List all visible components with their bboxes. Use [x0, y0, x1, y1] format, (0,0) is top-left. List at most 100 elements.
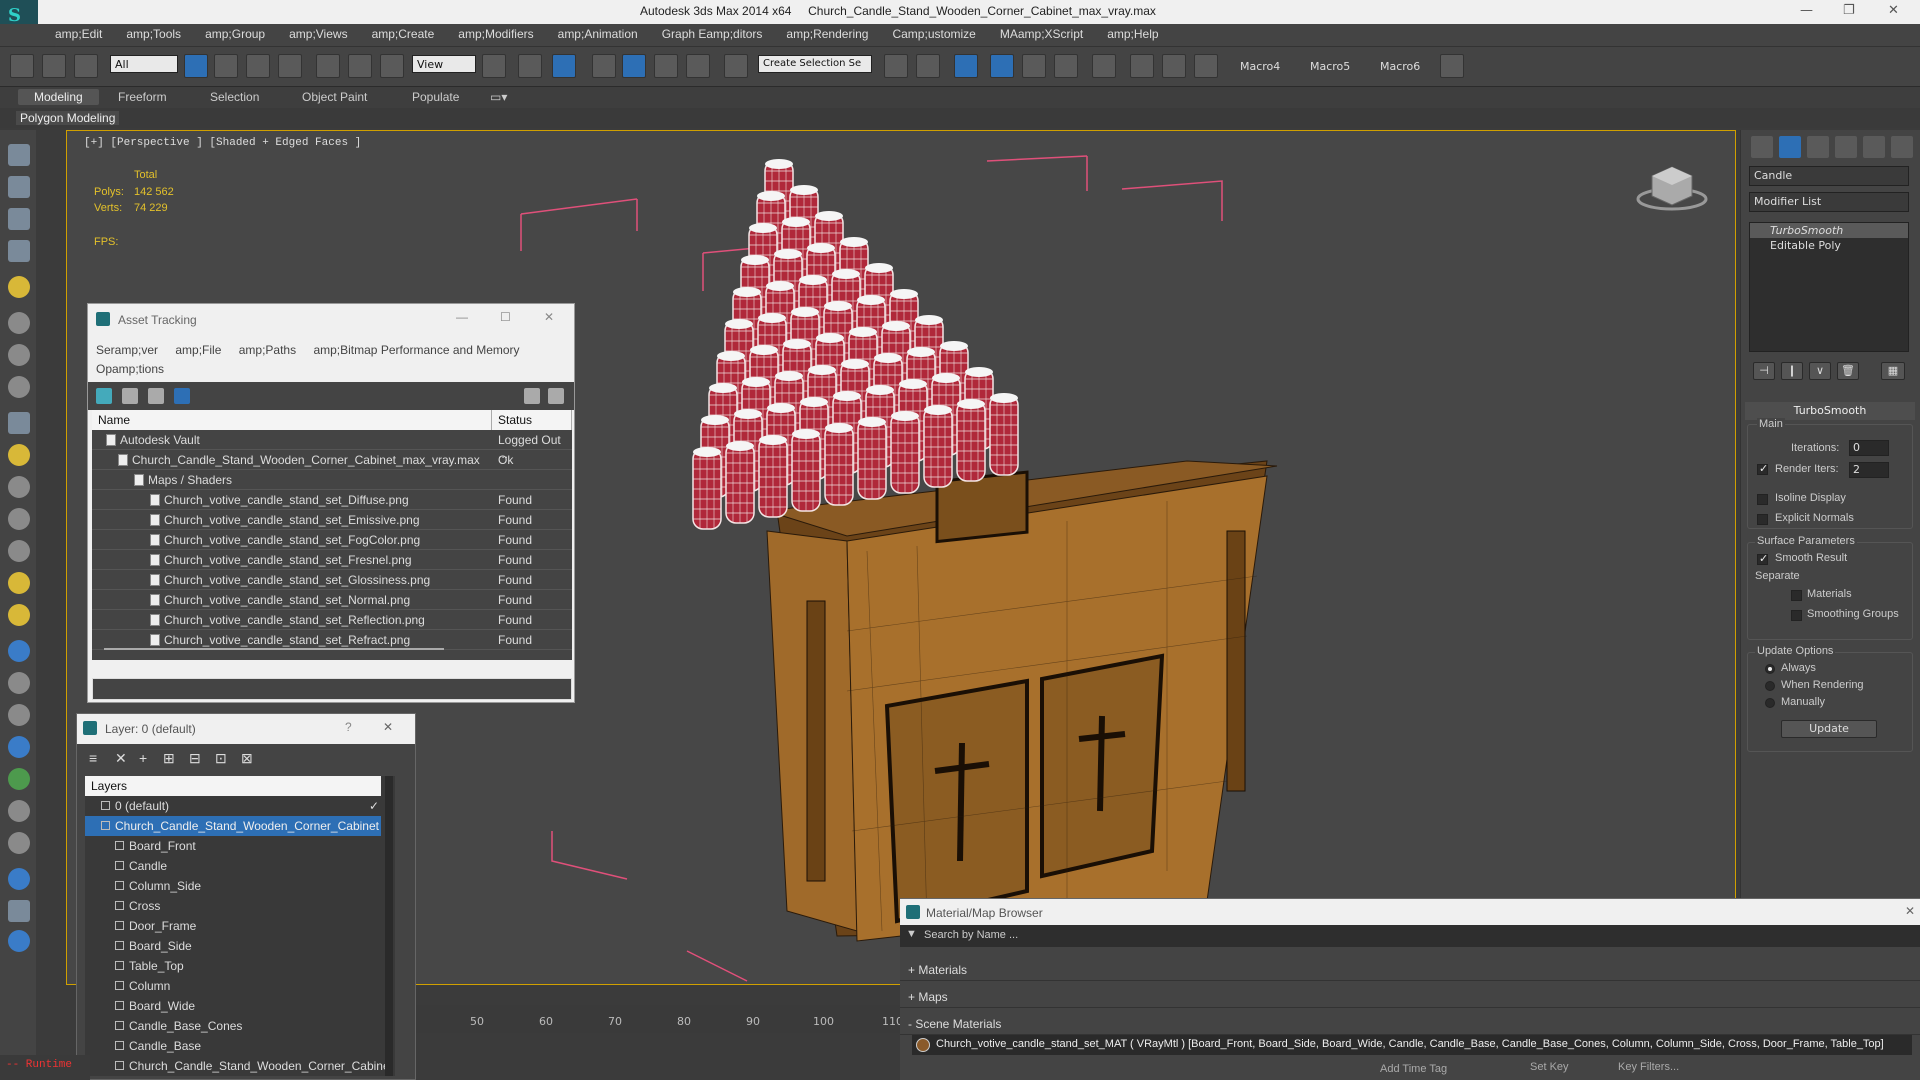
- move-icon[interactable]: [316, 54, 340, 78]
- polygon-modeling-panel[interactable]: Polygon Modeling: [16, 111, 120, 125]
- time-slider[interactable]: 50 60 70 80 90 100 110: [415, 1005, 915, 1033]
- layer-item[interactable]: Door_Frame: [85, 916, 381, 936]
- list-view-icon[interactable]: [122, 388, 138, 404]
- layer-item[interactable]: Church_Candle_Stand_Wooden_Corner_Cabine…: [85, 816, 381, 836]
- pin-stack-icon[interactable]: ⊣: [1753, 362, 1775, 380]
- biped-icon[interactable]: [8, 704, 30, 726]
- align-icon[interactable]: [916, 54, 940, 78]
- menu-maxscript[interactable]: MAamp;XScript: [1000, 24, 1097, 46]
- cloth-icon[interactable]: [8, 832, 30, 854]
- tab-freeform[interactable]: Freeform: [118, 90, 167, 104]
- layer-item[interactable]: Church_Candle_Stand_Wooden_Corner_Cabine: [85, 1056, 390, 1076]
- create-teapot-icon[interactable]: [8, 144, 30, 166]
- edit-named-selection-icon[interactable]: [724, 54, 748, 78]
- tab-selection[interactable]: Selection: [210, 90, 259, 104]
- create-tab-icon[interactable]: [1751, 136, 1773, 158]
- menu-tools[interactable]: amp;Tools: [126, 24, 195, 46]
- minimize-icon[interactable]: —: [456, 310, 468, 324]
- layer-item[interactable]: Column: [85, 976, 381, 996]
- create-spacewarp-icon[interactable]: [8, 376, 30, 398]
- render-iters-spinner[interactable]: 2: [1849, 462, 1889, 478]
- layer-item[interactable]: Column_Side: [85, 876, 381, 896]
- tab-modeling[interactable]: Modeling: [18, 89, 99, 105]
- update-button[interactable]: Update: [1781, 720, 1877, 738]
- unlink-icon[interactable]: [42, 54, 66, 78]
- scale-icon[interactable]: [380, 54, 404, 78]
- materials-group[interactable]: + Materials: [900, 959, 1920, 981]
- menu-group[interactable]: amp;Group: [205, 24, 279, 46]
- horizontal-scrollbar[interactable]: [104, 648, 444, 650]
- asset-row[interactable]: Church_votive_candle_stand_set_Reflectio…: [92, 610, 572, 630]
- layer-item[interactable]: Board_Side: [85, 936, 381, 956]
- key-filters-button[interactable]: Key Filters...: [1618, 1061, 1679, 1073]
- layer-item[interactable]: Candle_Base_Cones: [85, 1016, 381, 1036]
- asset-row[interactable]: Church_votive_candle_stand_set_FogColor.…: [92, 530, 572, 550]
- reference-coord-dropdown[interactable]: View: [412, 55, 476, 73]
- close-icon[interactable]: ✕: [1905, 904, 1915, 918]
- window-crossing-icon[interactable]: [278, 54, 302, 78]
- object-name-input[interactable]: Candle: [1749, 166, 1909, 186]
- render-teapot-icon[interactable]: [1194, 54, 1218, 78]
- search-dropdown-icon[interactable]: ▼: [906, 928, 917, 940]
- bind-space-warp-icon[interactable]: [74, 54, 98, 78]
- menu-paths[interactable]: amp;Paths: [239, 343, 296, 357]
- make-unique-icon[interactable]: ∨: [1809, 362, 1831, 380]
- create-plane-icon[interactable]: [8, 208, 30, 230]
- macro6-button[interactable]: Macro6: [1380, 60, 1420, 73]
- isoline-checkbox[interactable]: [1757, 494, 1768, 505]
- tab-object-paint[interactable]: Object Paint: [302, 90, 367, 104]
- explicit-normals-checkbox[interactable]: [1757, 514, 1768, 525]
- new-layer-icon[interactable]: +: [139, 750, 155, 766]
- remove-modifier-icon[interactable]: 🗑: [1837, 362, 1859, 380]
- smoothing-groups-checkbox[interactable]: [1791, 610, 1802, 621]
- close-icon[interactable]: ✕: [544, 310, 554, 324]
- select-object-icon[interactable]: [184, 54, 208, 78]
- maps-group[interactable]: + Maps: [900, 986, 1920, 1008]
- foliage-icon[interactable]: [8, 768, 30, 790]
- sphere-blue-icon[interactable]: [8, 868, 30, 890]
- named-selection-set-input[interactable]: Create Selection Se: [758, 55, 872, 73]
- menu-edit[interactable]: amp;Edit: [55, 24, 116, 46]
- menu-help[interactable]: amp;Help: [1107, 24, 1172, 46]
- angle-snap-icon[interactable]: [622, 54, 646, 78]
- show-end-result-icon[interactable]: ❙: [1781, 362, 1803, 380]
- create-sphere-icon[interactable]: [8, 444, 30, 466]
- scene-explorer-icon[interactable]: [954, 54, 978, 78]
- ribbon-options-icon[interactable]: ▭▾: [490, 90, 507, 104]
- viewport-label[interactable]: [+] [Perspective ] [Shaded + Edged Faces…: [84, 137, 361, 149]
- layer-item[interactable]: Table_Top: [85, 956, 381, 976]
- globe-icon[interactable]: [8, 930, 30, 952]
- scene-materials-group[interactable]: - Scene Materials: [900, 1013, 1920, 1035]
- create-box-icon[interactable]: [8, 176, 30, 198]
- delete-layer-icon[interactable]: ✕: [115, 750, 131, 766]
- particle-icon[interactable]: [8, 640, 30, 662]
- asset-path-field[interactable]: [92, 678, 572, 700]
- layer-manager-icon[interactable]: [990, 54, 1014, 78]
- link-icon[interactable]: [10, 54, 34, 78]
- close-icon[interactable]: ✕: [383, 720, 393, 734]
- select-manipulate-icon[interactable]: [518, 54, 542, 78]
- curve-editor-icon[interactable]: [1054, 54, 1078, 78]
- iterations-spinner[interactable]: 0: [1849, 440, 1889, 456]
- menu-customize[interactable]: Camp;ustomize: [892, 24, 989, 46]
- asset-row[interactable]: Church_votive_candle_stand_set_Glossines…: [92, 570, 572, 590]
- stack-item-turbosmooth[interactable]: TurboSmooth: [1750, 223, 1908, 238]
- layer-item[interactable]: Board_Front: [85, 836, 381, 856]
- column-name-header[interactable]: Name: [92, 410, 492, 430]
- asset-row[interactable]: Church_votive_candle_stand_set_Diffuse.p…: [92, 490, 572, 510]
- menu-bitmap-performance[interactable]: amp;Bitmap Performance and Memory: [313, 343, 519, 357]
- menu-create[interactable]: amp;Create: [372, 24, 449, 46]
- layer-titlebar[interactable]: Layer: 0 (default) ? ✕: [77, 714, 415, 744]
- menu-file[interactable]: amp;File: [175, 343, 221, 357]
- keyboard-shortcut-override-icon[interactable]: [552, 54, 576, 78]
- help-button[interactable]: ?: [345, 720, 352, 734]
- render-setup-icon[interactable]: [1162, 54, 1186, 78]
- menu-modifiers[interactable]: amp;Modifiers: [458, 24, 547, 46]
- add-to-layer-icon[interactable]: ⊞: [163, 750, 179, 766]
- create-light-icon[interactable]: [8, 276, 30, 298]
- material-search-input[interactable]: ▼ Search by Name ...: [900, 925, 1920, 947]
- hair-fur-icon[interactable]: [8, 800, 30, 822]
- create-cylinder-icon[interactable]: [8, 476, 30, 498]
- create-cube-icon[interactable]: [8, 412, 30, 434]
- configure-sets-icon[interactable]: ▦: [1881, 362, 1905, 380]
